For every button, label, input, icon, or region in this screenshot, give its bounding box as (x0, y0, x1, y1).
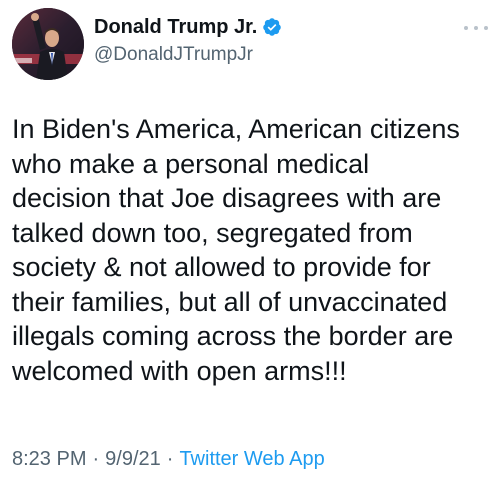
tweet-card: Donald Trump Jr. @DonaldJTrumpJr In Bide… (0, 0, 500, 494)
display-name-row: Donald Trump Jr. (94, 14, 282, 40)
avatar-image (12, 8, 84, 80)
more-dot (474, 26, 478, 30)
verified-badge-icon (262, 17, 282, 37)
tweet-meta: 8:23 PM · 9/9/21 · Twitter Web App (12, 448, 325, 471)
more-dot (484, 26, 488, 30)
author-handle[interactable]: @DonaldJTrumpJr (94, 44, 282, 66)
meta-separator: · (166, 448, 174, 470)
avatar[interactable] (12, 8, 84, 80)
author-names: Donald Trump Jr. @DonaldJTrumpJr (94, 14, 282, 66)
tweet-header: Donald Trump Jr. @DonaldJTrumpJr (12, 8, 488, 80)
tweet-date[interactable]: 9/9/21 (105, 448, 161, 471)
meta-separator: · (92, 448, 100, 470)
more-horizontal-icon[interactable] (464, 22, 488, 34)
more-dot (464, 26, 468, 30)
tweet-source-link[interactable]: Twitter Web App (179, 448, 324, 471)
tweet-text: In Biden's America, American citizens wh… (12, 114, 460, 386)
display-name[interactable]: Donald Trump Jr. (94, 16, 257, 39)
tweet-time[interactable]: 8:23 PM (12, 448, 86, 471)
